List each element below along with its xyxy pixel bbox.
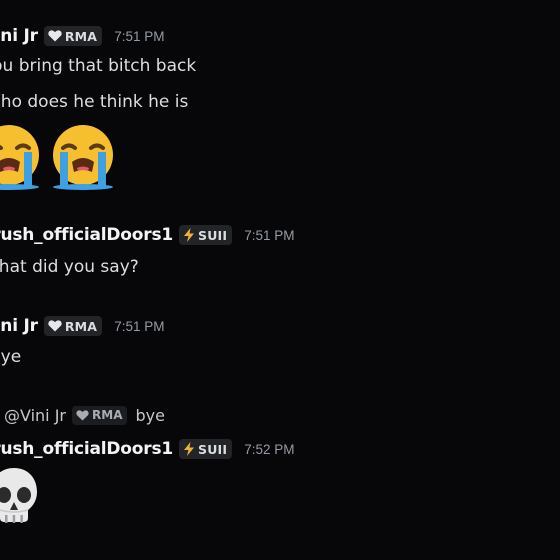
message-header: Crush_officialDoors1 SUII 7:52 PM	[0, 435, 295, 463]
heart-icon	[48, 30, 62, 42]
reply-author[interactable]: @Vini Jr	[4, 406, 66, 425]
loudly-crying-face-emoji	[0, 124, 44, 195]
role-tag-label: RMA	[64, 28, 98, 44]
message-text: You bring that bitch back	[0, 56, 197, 76]
loudly-crying-face-emoji	[48, 124, 118, 195]
timestamp[interactable]: 7:51 PM	[114, 319, 164, 334]
emoji-row	[0, 124, 118, 195]
heart-icon	[76, 409, 89, 421]
lightning-icon	[183, 442, 195, 456]
message-header: Vini Jr RMA 7:51 PM	[0, 312, 164, 340]
author-name[interactable]: Vini Jr	[0, 316, 38, 336]
reply-text: bye	[135, 405, 165, 425]
reply-preview[interactable]: @Vini Jr RMA bye	[4, 403, 165, 427]
role-tag[interactable]: RMA	[43, 316, 103, 336]
role-tag-label: SUII	[198, 227, 228, 243]
skull-emoji	[0, 466, 40, 535]
timestamp[interactable]: 7:52 PM	[244, 442, 294, 457]
timestamp[interactable]: 7:51 PM	[244, 228, 294, 243]
message-header: Vini Jr RMA 7:51 PM	[0, 22, 164, 50]
chat-messages: Vini Jr RMA 7:51 PM You bring that bitch…	[0, 0, 560, 560]
role-tag[interactable]: RMA	[43, 26, 103, 46]
heart-icon	[48, 320, 62, 332]
role-tag-label: RMA	[64, 318, 98, 334]
lightning-icon	[183, 228, 195, 242]
message-text: Bye	[0, 347, 22, 367]
author-name[interactable]: Crush_officialDoors1	[0, 439, 173, 459]
role-tag: RMA	[72, 405, 128, 425]
role-tag[interactable]: SUII	[179, 225, 233, 245]
role-tag-label: SUII	[198, 441, 228, 457]
message-text: What did you say?	[0, 257, 139, 277]
role-tag-label: RMA	[92, 408, 123, 422]
emoji-row	[0, 466, 40, 535]
timestamp[interactable]: 7:51 PM	[114, 29, 164, 44]
role-tag[interactable]: SUII	[179, 439, 233, 459]
message-header: Crush_officialDoors1 SUII 7:51 PM	[0, 221, 295, 249]
message-text: Who does he think he is	[0, 92, 189, 112]
author-name[interactable]: Vini Jr	[0, 26, 38, 46]
author-name[interactable]: Crush_officialDoors1	[0, 225, 173, 245]
